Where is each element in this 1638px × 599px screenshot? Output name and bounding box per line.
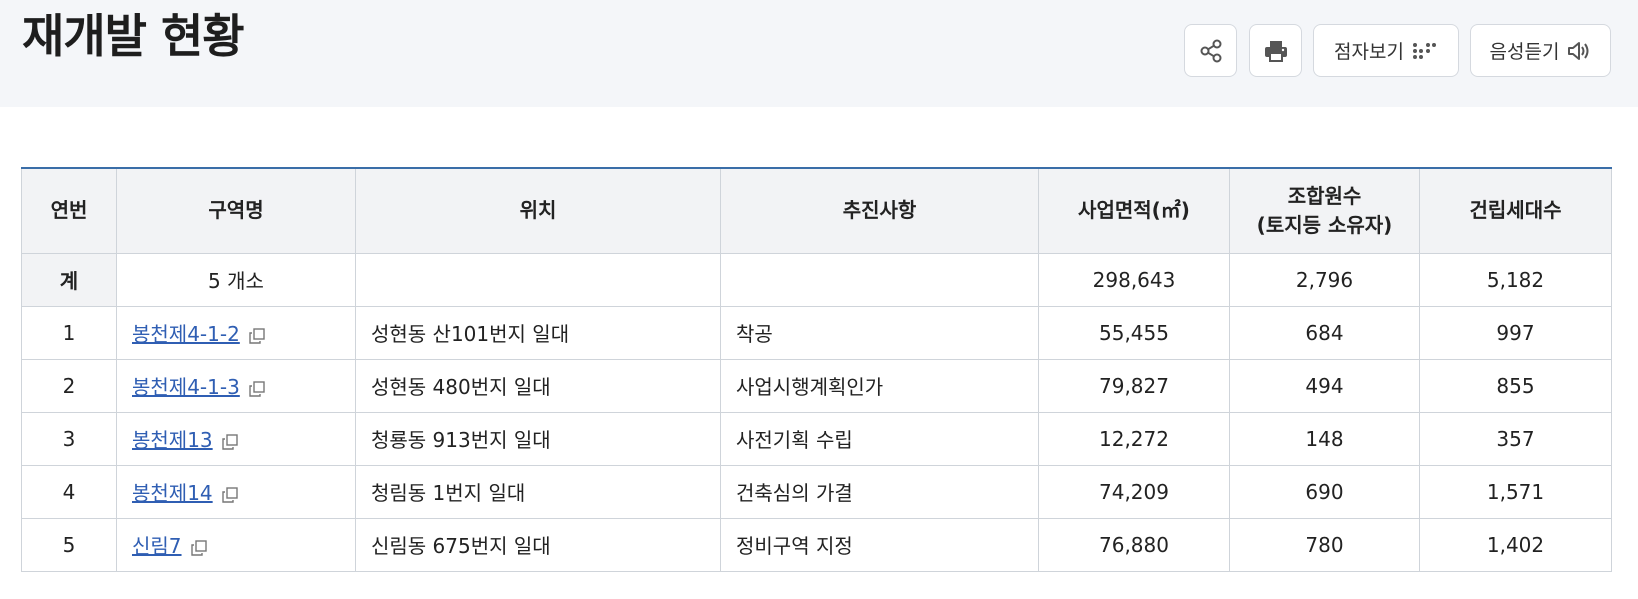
row-area: 76,880 [1038, 517, 1230, 572]
row-members: 494 [1229, 358, 1420, 413]
page-title: 재개발 현황 [22, 9, 245, 63]
row-name-cell: 봉천제14 [116, 464, 356, 519]
area-link[interactable]: 봉천제4-1-3 [132, 375, 240, 399]
row-area: 12,272 [1038, 411, 1230, 466]
share-button[interactable] [1184, 24, 1237, 77]
row-no: 1 [21, 305, 117, 360]
table-row: 5 신림7 신림동 675번지 일대 정비구역 지정 76,880 780 1,… [21, 517, 1612, 572]
speaker-icon [1568, 41, 1589, 60]
row-status: 정비구역 지정 [720, 517, 1039, 572]
row-no: 5 [21, 517, 117, 572]
new-window-icon[interactable] [249, 380, 265, 397]
new-window-icon[interactable] [190, 539, 207, 556]
braille-view-button[interactable]: 점자보기 [1313, 24, 1459, 77]
col-header-members-line2: (토지등 소유자) [1256, 212, 1393, 237]
voice-listen-button[interactable]: 음성듣기 [1470, 24, 1611, 77]
printer-icon [1264, 40, 1287, 62]
col-header-name: 구역명 [116, 167, 356, 254]
row-name-cell: 봉천제4-1-3 [116, 358, 356, 413]
area-link[interactable]: 봉천제4-1-2 [132, 322, 240, 346]
new-window-icon[interactable] [221, 486, 238, 503]
row-status: 건축심의 가결 [720, 464, 1039, 519]
col-header-households: 건립세대수 [1419, 167, 1612, 254]
row-location: 청림동 1번지 일대 [355, 464, 721, 519]
total-label: 계 [21, 252, 117, 307]
row-no: 4 [21, 464, 117, 519]
share-icon [1200, 39, 1221, 62]
total-members: 2,796 [1229, 252, 1420, 307]
col-header-no: 연번 [21, 167, 117, 254]
print-button[interactable] [1249, 24, 1302, 77]
row-members: 148 [1229, 411, 1420, 466]
braille-dots-icon [1412, 42, 1436, 59]
row-no: 3 [21, 411, 117, 466]
row-households: 997 [1419, 305, 1612, 360]
new-window-icon[interactable] [221, 433, 238, 450]
voice-listen-label: 음성듣기 [1489, 41, 1560, 63]
table-row: 3 봉천제13 청룡동 913번지 일대 사전기획 수립 12,272 148 … [21, 411, 1612, 466]
col-header-members-line1: 조합원수 [1287, 183, 1362, 208]
total-households: 5,182 [1419, 252, 1612, 307]
col-header-area: 사업면적(㎡) [1038, 167, 1230, 254]
row-name-cell: 봉천제4-1-2 [116, 305, 356, 360]
row-households: 855 [1419, 358, 1612, 413]
total-area: 298,643 [1038, 252, 1230, 307]
table-row: 2 봉천제4-1-3 성현동 480번지 일대 사업시행계획인가 79,827 … [21, 358, 1612, 413]
total-location [355, 252, 721, 307]
area-link[interactable]: 신림7 [132, 534, 182, 558]
col-header-location: 위치 [355, 167, 721, 254]
area-link[interactable]: 봉천제13 [132, 428, 213, 452]
row-location: 청룡동 913번지 일대 [355, 411, 721, 466]
col-header-members: 조합원수 (토지등 소유자) [1229, 167, 1420, 254]
row-status: 착공 [720, 305, 1039, 360]
row-location: 성현동 산101번지 일대 [355, 305, 721, 360]
row-status: 사업시행계획인가 [720, 358, 1039, 413]
redevelopment-table: 연번 구역명 위치 추진사항 사업면적(㎡) 조합원수 (토지등 소유자) 건립… [21, 167, 1612, 572]
row-name-cell: 신림7 [116, 517, 356, 572]
row-households: 1,571 [1419, 464, 1612, 519]
table-row: 4 봉천제14 청림동 1번지 일대 건축심의 가결 74,209 690 1,… [21, 464, 1612, 519]
total-count: 5 개소 [116, 252, 356, 307]
row-status: 사전기획 수립 [720, 411, 1039, 466]
col-header-status: 추진사항 [720, 167, 1039, 254]
row-members: 684 [1229, 305, 1420, 360]
table-row: 1 봉천제4-1-2 성현동 산101번지 일대 착공 55,455 684 9… [21, 305, 1612, 360]
table-header-row: 연번 구역명 위치 추진사항 사업면적(㎡) 조합원수 (토지등 소유자) 건립… [21, 167, 1612, 254]
total-row: 계 5 개소 298,643 2,796 5,182 [21, 252, 1612, 307]
area-link[interactable]: 봉천제14 [132, 481, 213, 505]
row-members: 780 [1229, 517, 1420, 572]
row-area: 74,209 [1038, 464, 1230, 519]
row-location: 신림동 675번지 일대 [355, 517, 721, 572]
row-name-cell: 봉천제13 [116, 411, 356, 466]
row-area: 55,455 [1038, 305, 1230, 360]
row-location: 성현동 480번지 일대 [355, 358, 721, 413]
braille-view-label: 점자보기 [1334, 41, 1404, 63]
new-window-icon[interactable] [249, 327, 265, 344]
row-households: 357 [1419, 411, 1612, 466]
row-members: 690 [1229, 464, 1420, 519]
total-status [720, 252, 1039, 307]
row-households: 1,402 [1419, 517, 1612, 572]
row-area: 79,827 [1038, 358, 1230, 413]
row-no: 2 [21, 358, 117, 413]
